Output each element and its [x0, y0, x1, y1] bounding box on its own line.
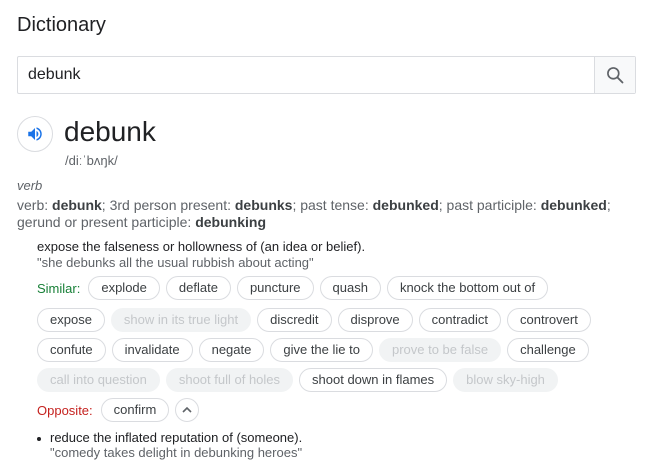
synonym-chip[interactable]: give the lie to	[270, 338, 373, 362]
synonym-chip[interactable]: discredit	[257, 308, 332, 332]
definition-1: expose the falseness or hollowness of (a…	[37, 239, 366, 254]
forms-text: ; past participle:	[438, 197, 541, 213]
synonym-chip-disabled: call into question	[37, 368, 160, 392]
synonym-chip[interactable]: invalidate	[111, 338, 193, 362]
form-gerund: debunking	[195, 214, 266, 230]
synonym-row-3: confute invalidate negate give the lie t…	[37, 338, 595, 362]
chevron-up-icon	[182, 406, 192, 413]
synonym-chip[interactable]: explode	[88, 276, 160, 300]
similar-label: Similar:	[37, 280, 81, 296]
definition-2: reduce the inflated reputation of (someo…	[50, 430, 303, 445]
synonym-chip[interactable]: challenge	[507, 338, 589, 362]
synonym-chip[interactable]: negate	[198, 338, 265, 362]
form-past-participle: debunked	[540, 197, 607, 213]
synonym-chip-disabled: show in its true light	[110, 308, 252, 332]
search-input[interactable]	[18, 57, 594, 93]
synonym-chip[interactable]: knock the bottom out of	[386, 276, 549, 300]
synonym-chip[interactable]: contradict	[418, 308, 502, 332]
search-bar	[17, 56, 636, 94]
opposite-label: Opposite:	[37, 402, 93, 418]
forms-text: verb:	[17, 197, 53, 213]
search-icon	[607, 67, 624, 84]
forms-text: ; 3rd person present:	[101, 197, 235, 213]
synonym-row-1: Similar: explode deflate puncture quash …	[37, 276, 554, 300]
search-button[interactable]	[594, 57, 635, 93]
page-title: Dictionary	[17, 14, 106, 36]
collapse-button[interactable]	[175, 398, 200, 422]
speaker-icon	[28, 127, 42, 141]
forms-text: ;	[606, 197, 611, 213]
synonym-row-2: expose show in its true light discredit …	[37, 308, 597, 332]
forms-text: ; past tense:	[292, 197, 373, 213]
synonym-chip[interactable]: quash	[319, 276, 381, 300]
antonym-chip[interactable]: confirm	[100, 398, 170, 422]
synonym-chip-disabled: prove to be false	[378, 338, 502, 362]
synonym-row-4: call into question shoot full of holes s…	[37, 368, 564, 392]
synonym-chip-disabled: shoot full of holes	[165, 368, 294, 392]
form-past: debunked	[372, 197, 439, 213]
form-third-person: debunks	[234, 197, 293, 213]
synonym-chip[interactable]: shoot down in flames	[299, 368, 448, 392]
synonym-chip[interactable]: disprove	[337, 308, 413, 332]
list-bullet	[37, 437, 41, 441]
synonym-chip[interactable]: controvert	[507, 308, 591, 332]
synonym-chip[interactable]: deflate	[165, 276, 231, 300]
synonym-chip[interactable]: puncture	[236, 276, 314, 300]
form-base: debunk	[52, 197, 102, 213]
headword: debunk	[64, 116, 156, 147]
pronunciation-button[interactable]	[17, 116, 53, 152]
example-1: "she debunks all the usual rubbish about…	[37, 255, 314, 270]
synonym-chip[interactable]: confute	[37, 338, 106, 362]
example-2: "comedy takes delight in debunking heroe…	[50, 445, 303, 460]
synonym-chip-disabled: blow sky-high	[453, 368, 558, 392]
phonetic: /diːˈbʌŋk/	[65, 153, 118, 168]
synonym-chip[interactable]: expose	[37, 308, 105, 332]
forms-text: gerund or present participle:	[17, 214, 196, 230]
antonym-row: Opposite: confirm	[37, 398, 200, 422]
verb-forms: verb: debunk; 3rd person present: debunk…	[17, 197, 632, 231]
part-of-speech: verb	[17, 178, 43, 193]
